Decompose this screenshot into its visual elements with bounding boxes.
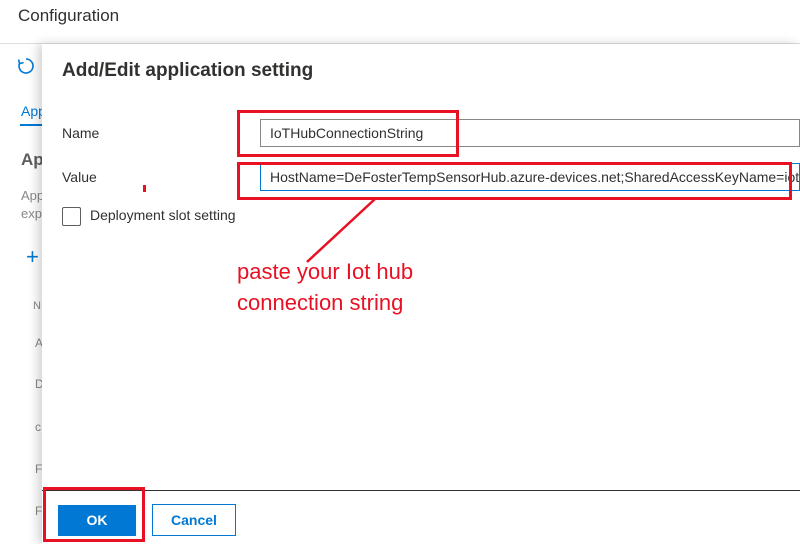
annotation-box-ok	[43, 487, 145, 542]
blade-header: Configuration	[0, 0, 800, 44]
dialog-title: Add/Edit application setting	[62, 60, 314, 81]
annotation-line: paste your Iot hub	[237, 259, 414, 284]
annotation-box-name	[237, 110, 459, 157]
cancel-button[interactable]: Cancel	[152, 504, 236, 536]
refresh-icon[interactable]	[16, 56, 36, 76]
annotation-box-value	[237, 162, 792, 200]
tab-selected-indicator	[20, 124, 44, 126]
annotation-dot	[143, 185, 146, 192]
annotation-line: connection string	[237, 290, 404, 315]
deployment-slot-checkbox[interactable]	[62, 207, 81, 226]
annotation-text: paste your Iot hub connection string	[237, 256, 413, 318]
footer-divider	[42, 490, 800, 491]
page-title: Configuration	[18, 6, 120, 25]
deployment-slot-label: Deployment slot setting	[90, 207, 236, 223]
add-icon[interactable]: +	[26, 246, 39, 268]
name-label: Name	[62, 125, 100, 141]
value-label: Value	[62, 169, 97, 185]
